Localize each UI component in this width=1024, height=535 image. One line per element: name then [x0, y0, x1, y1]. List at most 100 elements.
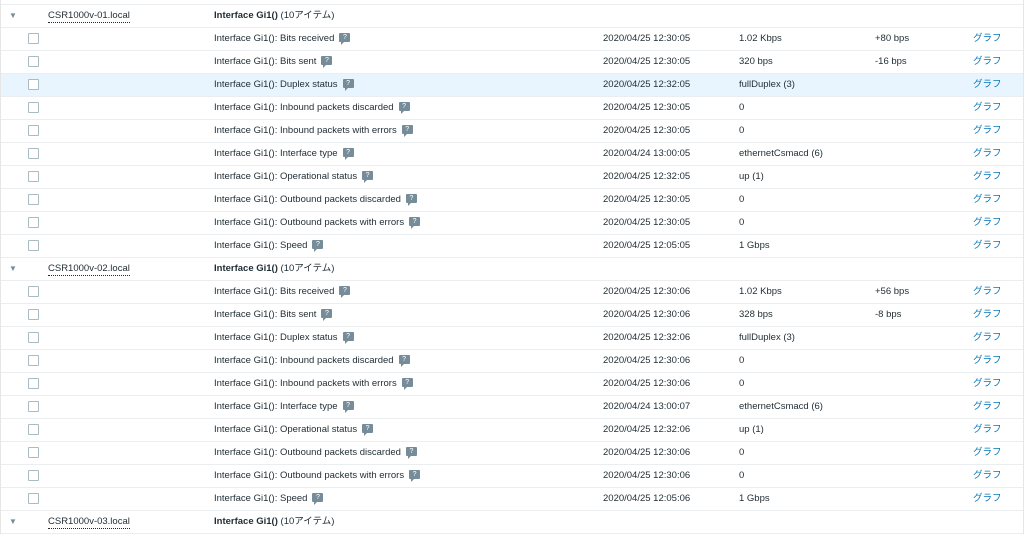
row-checkbox[interactable]: [28, 332, 39, 343]
graph-link[interactable]: グラフ: [973, 396, 1002, 418]
row-checkbox[interactable]: [28, 33, 39, 44]
description-hint-icon[interactable]: [409, 470, 421, 482]
host-link[interactable]: CSR1000v-03.local: [48, 515, 130, 529]
last-value: 328 bps: [739, 309, 773, 320]
last-check: 2020/04/25 12:32:06: [603, 332, 691, 343]
graph-link[interactable]: グラフ: [973, 166, 1002, 188]
description-hint-icon[interactable]: [339, 286, 351, 298]
row-checkbox[interactable]: [28, 56, 39, 67]
row-checkbox[interactable]: [28, 378, 39, 389]
table-row: Interface Gi1(): Duplex status 2020/04/25…: [1, 327, 1023, 350]
item-name-text: Interface Gi1(): Duplex status: [214, 332, 338, 343]
description-hint-icon[interactable]: [398, 355, 410, 367]
description-hint-icon[interactable]: [339, 33, 351, 45]
row-checkbox[interactable]: [28, 171, 39, 182]
graph-link[interactable]: グラフ: [973, 97, 1002, 119]
host-link[interactable]: CSR1000v-02.local: [48, 262, 130, 276]
graph-link[interactable]: グラフ: [973, 327, 1002, 349]
description-hint-icon[interactable]: [321, 309, 333, 321]
item-name: Interface Gi1(): Inbound packets discard…: [214, 350, 410, 372]
graph-link[interactable]: グラフ: [973, 212, 1002, 234]
group-header-row: ▼ CSR1000v-02.local Interface Gi1() (10ア…: [1, 258, 1023, 281]
item-name-text: Interface Gi1(): Inbound packets discard…: [214, 355, 394, 366]
description-hint-icon[interactable]: [342, 401, 354, 413]
description-hint-icon[interactable]: [362, 171, 374, 183]
last-check: 2020/04/25 12:30:06: [603, 286, 691, 297]
table-row: Interface Gi1(): Bits received 2020/04/25…: [1, 281, 1023, 304]
row-checkbox[interactable]: [28, 470, 39, 481]
row-checkbox[interactable]: [28, 148, 39, 159]
item-name-text: Interface Gi1(): Bits received: [214, 33, 335, 44]
row-checkbox[interactable]: [28, 125, 39, 136]
last-check: 2020/04/25 12:30:05: [603, 194, 691, 205]
last-value: 0: [739, 378, 745, 389]
last-check: 2020/04/25 12:30:05: [603, 125, 691, 136]
description-hint-icon[interactable]: [405, 194, 417, 206]
host-link[interactable]: CSR1000v-01.local: [48, 9, 130, 23]
last-check: 2020/04/25 12:30:05: [603, 33, 691, 44]
description-hint-icon[interactable]: [405, 447, 417, 459]
description-hint-icon[interactable]: [312, 240, 324, 252]
table-row: Interface Gi1(): Speed 2020/04/25 12:05:0…: [1, 488, 1023, 511]
graph-link[interactable]: グラフ: [973, 28, 1002, 50]
graph-link[interactable]: グラフ: [973, 281, 1002, 303]
row-checkbox[interactable]: [28, 79, 39, 90]
graph-link[interactable]: グラフ: [973, 189, 1002, 211]
item-name: Interface Gi1(): Bits sent: [214, 51, 333, 73]
graph-link[interactable]: グラフ: [973, 488, 1002, 510]
collapse-toggle-icon[interactable]: ▼: [7, 258, 19, 280]
description-hint-icon[interactable]: [342, 332, 354, 344]
description-hint-icon[interactable]: [409, 217, 421, 229]
table-row: Interface Gi1(): Outbound packets discar…: [1, 189, 1023, 212]
graph-link[interactable]: グラフ: [973, 304, 1002, 326]
description-hint-icon[interactable]: [401, 125, 413, 137]
row-checkbox[interactable]: [28, 493, 39, 504]
item-name-text: Interface Gi1(): Inbound packets with er…: [214, 378, 397, 389]
item-name: Interface Gi1(): Interface type: [214, 396, 354, 418]
item-name: Interface Gi1(): Operational status: [214, 419, 374, 441]
graph-link[interactable]: グラフ: [973, 120, 1002, 142]
row-checkbox[interactable]: [28, 194, 39, 205]
graph-link[interactable]: グラフ: [973, 419, 1002, 441]
collapse-toggle-icon[interactable]: ▼: [7, 5, 19, 27]
row-checkbox[interactable]: [28, 401, 39, 412]
latest-data-table: ▼ CSR1000v-01.local Interface Gi1() (10ア…: [0, 0, 1024, 534]
graph-link[interactable]: グラフ: [973, 235, 1002, 257]
graph-link[interactable]: グラフ: [973, 51, 1002, 73]
application-label: Interface Gi1() (10アイテム): [214, 511, 334, 533]
last-check: 2020/04/25 12:30:05: [603, 56, 691, 67]
last-value: 0: [739, 355, 745, 366]
item-name: Interface Gi1(): Inbound packets with er…: [214, 120, 413, 142]
description-hint-icon[interactable]: [342, 79, 354, 91]
description-hint-icon[interactable]: [401, 378, 413, 390]
row-checkbox[interactable]: [28, 309, 39, 320]
item-name: Interface Gi1(): Bits sent: [214, 304, 333, 326]
row-checkbox[interactable]: [28, 447, 39, 458]
item-name: Interface Gi1(): Speed: [214, 488, 324, 510]
collapse-toggle-icon[interactable]: ▼: [7, 511, 19, 533]
graph-link[interactable]: グラフ: [973, 442, 1002, 464]
description-hint-icon[interactable]: [312, 493, 324, 505]
graph-link[interactable]: グラフ: [973, 373, 1002, 395]
change-value: -8 bps: [875, 309, 902, 320]
row-checkbox[interactable]: [28, 217, 39, 228]
last-value: 1 Gbps: [739, 493, 770, 504]
graph-link[interactable]: グラフ: [973, 143, 1002, 165]
item-name: Interface Gi1(): Speed: [214, 235, 324, 257]
graph-link[interactable]: グラフ: [973, 74, 1002, 96]
description-hint-icon[interactable]: [398, 102, 410, 114]
description-hint-icon[interactable]: [321, 56, 333, 68]
table-row: Interface Gi1(): Interface type 2020/04/2…: [1, 143, 1023, 166]
row-checkbox[interactable]: [28, 424, 39, 435]
row-checkbox[interactable]: [28, 102, 39, 113]
graph-link[interactable]: グラフ: [973, 465, 1002, 487]
table-row: Interface Gi1(): Inbound packets discard…: [1, 97, 1023, 120]
graph-link[interactable]: グラフ: [973, 350, 1002, 372]
item-name: Interface Gi1(): Bits received: [214, 281, 351, 303]
row-checkbox[interactable]: [28, 240, 39, 251]
description-hint-icon[interactable]: [342, 148, 354, 160]
description-hint-icon[interactable]: [362, 424, 374, 436]
row-checkbox[interactable]: [28, 286, 39, 297]
item-name: Interface Gi1(): Outbound packets discar…: [214, 442, 417, 464]
row-checkbox[interactable]: [28, 355, 39, 366]
